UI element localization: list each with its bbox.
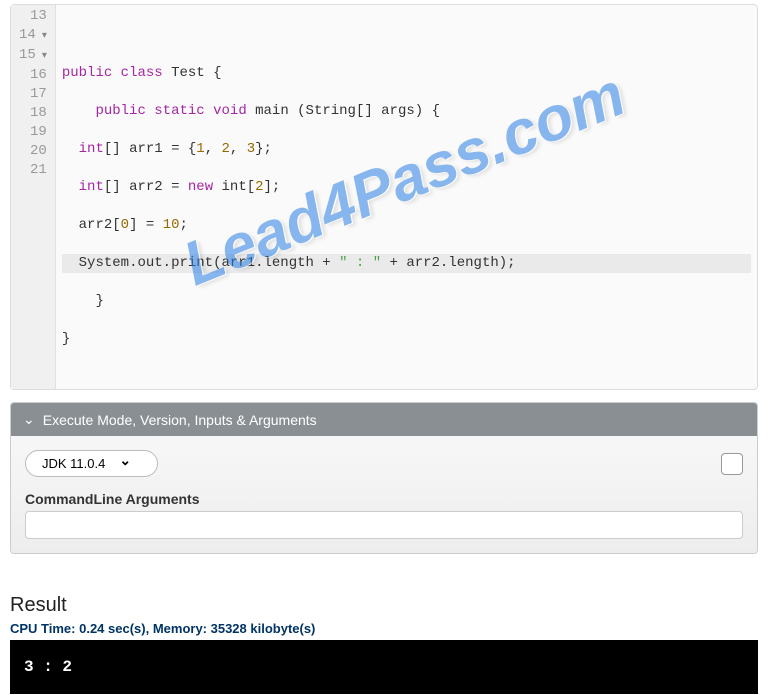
execute-panel-title: Execute Mode, Version, Inputs & Argument… [43,412,317,428]
code-line: arr2[0] = 10; [62,216,751,235]
console-output: 3 : 2 [10,640,758,694]
cmdline-input[interactable] [25,511,743,539]
option-checkbox[interactable] [721,453,743,475]
code-content[interactable]: public class Test { public static void m… [56,5,757,389]
line-number: 18 [19,104,47,123]
chevron-down-icon: ⌄ [23,411,35,428]
code-line: } [62,330,751,349]
line-number: 15 [19,46,47,66]
code-line: public class Test { [62,64,751,83]
line-number: 13 [19,7,47,26]
line-number: 21 [19,161,47,180]
line-number: 20 [19,142,47,161]
line-number: 16 [19,66,47,85]
execute-panel: ⌄ Execute Mode, Version, Inputs & Argume… [10,402,758,554]
line-number: 14 [19,26,47,46]
jdk-version-select[interactable]: JDK 11.0.4 [25,450,158,477]
code-line: int[] arr2 = new int[2]; [62,178,751,197]
code-line: int[] arr1 = {1, 2, 3}; [62,140,751,159]
line-number-gutter: 13 14 15 16 17 18 19 20 21 [11,5,56,389]
code-line: } [62,292,751,311]
cpu-time-text: CPU Time: 0.24 sec(s), Memory: 35328 kil… [10,621,758,636]
result-heading: Result [10,594,758,617]
jdk-version-label: JDK 11.0.4 [42,456,105,471]
code-line: System.out.print(arr1.length + " : " + a… [62,254,751,273]
console-output-text: 3 : 2 [24,658,72,676]
cmdline-label: CommandLine Arguments [25,491,743,507]
execute-panel-header[interactable]: ⌄ Execute Mode, Version, Inputs & Argume… [11,403,757,436]
code-line: public static void main (String[] args) … [62,102,751,121]
line-number: 17 [19,85,47,104]
code-editor[interactable]: 13 14 15 16 17 18 19 20 21 public class … [10,4,758,390]
execute-panel-body: JDK 11.0.4 CommandLine Arguments [11,436,757,553]
code-line [62,26,751,45]
line-number: 19 [19,123,47,142]
